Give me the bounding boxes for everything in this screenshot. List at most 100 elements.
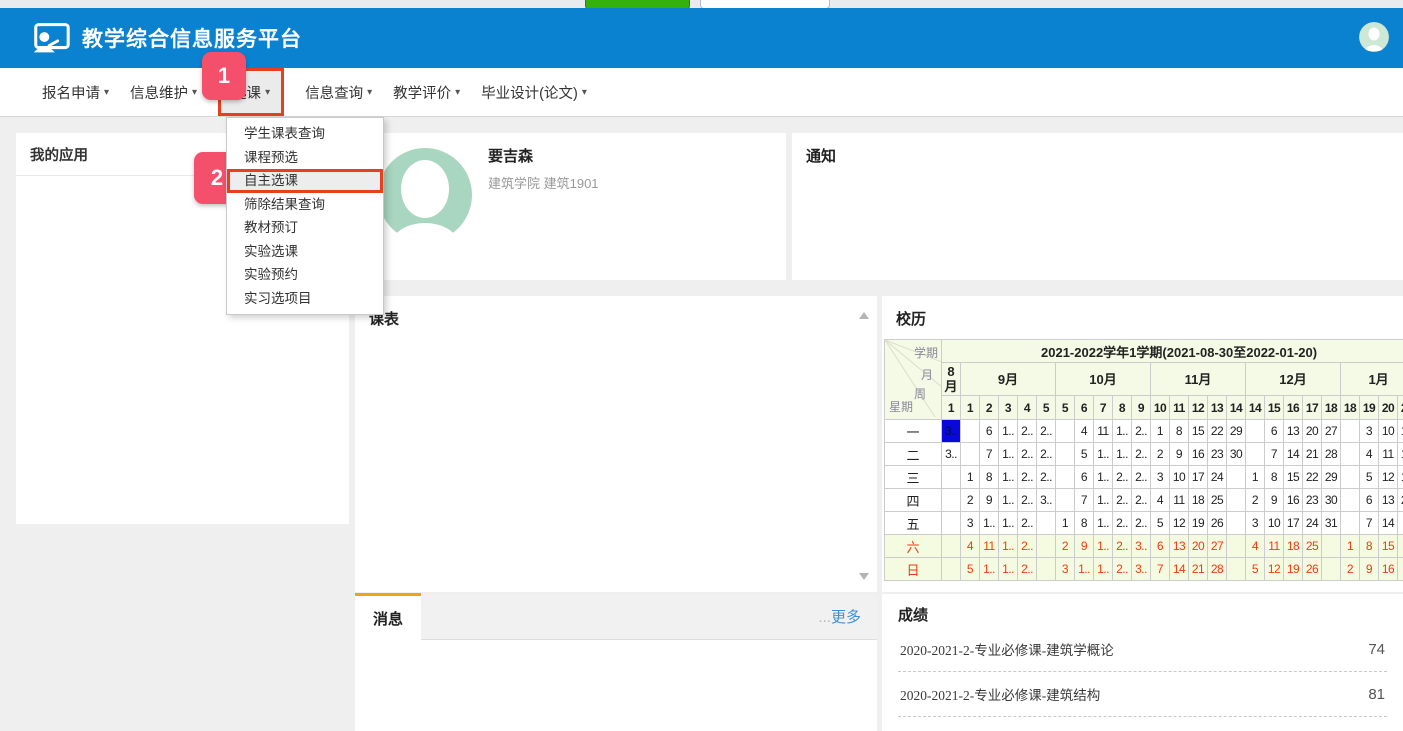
nav-item-3[interactable]: 信息查询▾	[305, 68, 372, 116]
menu-item-4[interactable]: 教材预订	[227, 216, 383, 240]
messages-tab-bar: 消息 ...更多	[355, 594, 877, 640]
calendar-date-cell: 23	[1303, 489, 1322, 512]
calendar-date-cell: 2..	[1018, 489, 1037, 512]
calendar-date-cell: 11	[980, 535, 999, 558]
calendar-date-cell: 2..	[1018, 512, 1037, 535]
grade-score: 81	[1368, 686, 1385, 703]
calendar-week-number: 7	[1094, 396, 1113, 420]
calendar-date-cell: 4	[961, 535, 980, 558]
schedule-scrollbar[interactable]	[856, 310, 872, 582]
calendar-date-cell	[1398, 512, 1403, 535]
nav-item-4[interactable]: 教学评价▾	[393, 68, 460, 116]
calendar-date-cell: 4	[1151, 489, 1170, 512]
calendar-date-cell: 1..	[1094, 466, 1113, 489]
menu-item-5[interactable]: 实验选课	[227, 240, 383, 264]
course-selection-dropdown-menu: 学生课表查询课程预选自主选课筛除结果查询教材预订实验选课实验预约实习选项目	[226, 117, 384, 315]
calendar-date-cell: 18	[1398, 443, 1403, 466]
chevron-down-icon: ▾	[192, 87, 197, 98]
calendar-date-cell: 1..	[1113, 443, 1132, 466]
nav-item-0[interactable]: 报名申请 ▾	[42, 68, 109, 116]
calendar-date-cell: 2..	[1113, 489, 1132, 512]
nav-item-label: 报名申请	[42, 82, 100, 103]
calendar-date-cell: 8	[1075, 512, 1094, 535]
calendar-date-cell	[1227, 466, 1246, 489]
messages-content	[355, 640, 877, 730]
calendar-date-cell: 2..	[1113, 512, 1132, 535]
calendar-week-number: 5	[1056, 396, 1075, 420]
scroll-up-arrow-icon[interactable]	[859, 312, 869, 319]
calendar-month-header: 8月	[942, 363, 961, 396]
calendar-date-cell: 2..	[1132, 466, 1151, 489]
nav-item-1[interactable]: 信息维护 ▾	[130, 68, 197, 116]
calendar-date-cell: 29	[1322, 466, 1341, 489]
user-avatar-icon[interactable]	[1359, 22, 1389, 52]
calendar-date-cell: 19	[1189, 512, 1208, 535]
grade-course-name: 2020-2021-2-专业必修课-建筑结构	[900, 684, 1100, 704]
more-link[interactable]: ...更多	[818, 606, 861, 627]
calendar-date-cell: 2..	[1037, 443, 1056, 466]
calendar-date-cell: 2	[1246, 489, 1265, 512]
calendar-date-cell: 10	[1170, 466, 1189, 489]
menu-item-1[interactable]: 课程预选	[227, 146, 383, 170]
calendar-date-cell: 3..	[1132, 558, 1151, 581]
calendar-date-cell: 2..	[1113, 558, 1132, 581]
calendar-date-cell	[1056, 489, 1075, 512]
student-name: 要吉森	[488, 145, 533, 166]
calendar-week-number: 9	[1132, 396, 1151, 420]
calendar-date-cell	[1246, 443, 1265, 466]
calendar-date-cell: 17	[1284, 512, 1303, 535]
calendar-date-cell: 1..	[1094, 512, 1113, 535]
menu-item-3[interactable]: 筛除结果查询	[227, 193, 383, 217]
calendar-date-cell: 1	[961, 466, 980, 489]
calendar-date-cell: 11	[1379, 443, 1398, 466]
profile-panel: 要吉森 建筑学院 建筑1901	[355, 133, 786, 280]
calendar-date-cell: 3	[1056, 558, 1075, 581]
calendar-date-cell: 8	[1170, 420, 1189, 443]
calendar-corner-label: 学期	[914, 344, 938, 361]
tab-messages[interactable]: 消息	[355, 593, 421, 640]
menu-item-6[interactable]: 实验预约	[227, 263, 383, 287]
calendar-date-cell: 18	[1284, 535, 1303, 558]
calendar-date-cell: 2..	[1132, 420, 1151, 443]
calendar-week-number: 18	[1341, 396, 1360, 420]
calendar-date-cell: 6	[1151, 535, 1170, 558]
calendar-date-cell	[1341, 466, 1360, 489]
calendar-date-cell: 4	[1075, 420, 1094, 443]
more-link-dots: ...	[818, 609, 831, 626]
calendar-week-number: 1	[942, 396, 961, 420]
schedule-panel: 课表	[355, 296, 877, 592]
calendar-date-cell	[942, 489, 961, 512]
calendar-date-cell	[1398, 535, 1403, 558]
calendar-week-number: 6	[1075, 396, 1094, 420]
more-link-label: 更多	[831, 609, 861, 626]
calendar-date-cell	[1056, 443, 1075, 466]
scroll-down-arrow-icon[interactable]	[859, 573, 869, 580]
calendar-date-cell: 4	[1360, 443, 1379, 466]
nav-item-label: 信息维护	[130, 82, 188, 103]
calendar-date-cell: 15	[1189, 420, 1208, 443]
calendar-date-cell: 15	[1284, 466, 1303, 489]
nav-item-label: 毕业设计(论文)	[481, 82, 578, 103]
menu-item-7[interactable]: 实习选项目	[227, 287, 383, 311]
calendar-date-cell	[942, 512, 961, 535]
chevron-down-icon: ▾	[582, 87, 587, 98]
calendar-week-number: 14	[1227, 396, 1246, 420]
calendar-date-cell: 12	[1265, 558, 1284, 581]
calendar-date-cell	[1341, 420, 1360, 443]
chevron-down-icon: ▾	[104, 87, 109, 98]
calendar-date-cell: 3	[961, 512, 980, 535]
nav-item-5[interactable]: 毕业设计(论文) ▾	[481, 68, 587, 116]
calendar-date-cell: 3..	[942, 420, 961, 443]
calendar-date-cell: 18	[1189, 489, 1208, 512]
calendar-date-cell: 19	[1398, 466, 1403, 489]
menu-item-0[interactable]: 学生课表查询	[227, 122, 383, 146]
calendar-date-cell: 5	[1246, 558, 1265, 581]
calendar-week-number: 15	[1265, 396, 1284, 420]
calendar-date-cell: 1..	[1094, 558, 1113, 581]
menu-item-2[interactable]: 自主选课	[227, 169, 383, 193]
calendar-corner-cell: 学期月周星期	[885, 340, 942, 420]
calendar-date-cell: 2..	[1132, 443, 1151, 466]
calendar-date-cell	[1227, 535, 1246, 558]
calendar-date-cell: 16	[1379, 558, 1398, 581]
calendar-date-cell: 17	[1398, 420, 1403, 443]
